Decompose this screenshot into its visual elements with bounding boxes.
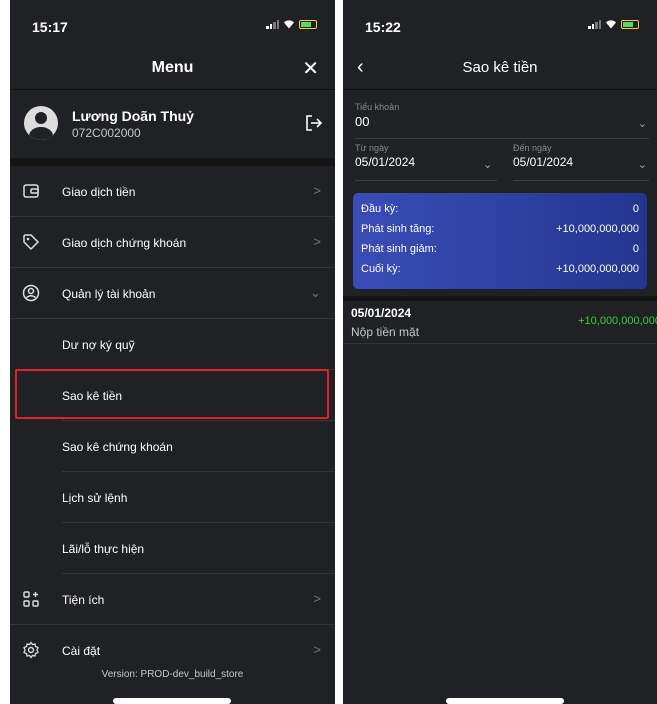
menu-item-label: Quản lý tài khoản — [62, 287, 156, 301]
tag-icon — [23, 234, 40, 251]
divider — [343, 296, 657, 301]
signal-icon — [588, 19, 601, 29]
chevron-right-icon: > — [313, 183, 321, 198]
summary-label: Phát sinh giảm: — [361, 243, 437, 255]
menu-item-lich-su-lenh[interactable]: Lịch sử lệnh — [62, 472, 335, 523]
wallet-icon — [23, 184, 39, 198]
chevron-down-icon: ⌄ — [310, 285, 321, 300]
avatar — [24, 106, 58, 140]
profile-id: 072C002000 — [72, 126, 141, 140]
summary-closing: Cuối kỳ: +10,000,000,000 — [361, 263, 639, 279]
from-date-value: 05/01/2024 — [355, 155, 416, 169]
transaction-description: Nộp tiền mặt — [351, 325, 420, 339]
subaccount-label: Tiểu khoản — [355, 102, 400, 112]
summary-label: Đầu kỳ: — [361, 203, 399, 215]
menu-item-du-no-ky-quy[interactable]: Dư nợ ký quỹ — [62, 319, 335, 370]
wifi-icon — [606, 20, 616, 29]
gear-icon — [23, 641, 39, 659]
close-icon[interactable]: ✕ — [302, 56, 319, 81]
statement-screen: 15:22 ‹ Sao kê tiền Tiểu khoản 00 ⌄ Từ n… — [343, 0, 657, 704]
summary-value: 0 — [632, 243, 639, 255]
battery-icon — [299, 19, 317, 29]
user-circle-icon — [22, 284, 40, 302]
wifi-icon — [284, 20, 294, 29]
logout-icon[interactable] — [305, 114, 323, 132]
home-indicator — [446, 698, 564, 704]
highlight-box — [15, 369, 329, 419]
menu-item-giao-dich-chung-khoan[interactable]: Giao dịch chứng khoán > — [10, 217, 335, 268]
profile-name: Lương Doãn Thuỷ — [72, 108, 194, 124]
page-title: Menu — [151, 59, 194, 76]
from-date-label: Từ ngày — [355, 143, 389, 153]
menu-item-label: Cài đặt — [62, 644, 101, 658]
subaccount-value: 00 — [355, 114, 370, 129]
summary-label: Phát sinh tăng: — [361, 223, 435, 235]
menu-item-label: Lịch sử lệnh — [62, 491, 128, 505]
menu-item-quan-ly-tai-khoan[interactable]: Quản lý tài khoản ⌄ — [10, 268, 335, 319]
menu-item-sao-ke-chung-khoan[interactable]: Sao kê chứng khoán — [62, 421, 335, 472]
signal-icon — [266, 19, 279, 29]
transaction-amount: +10,000,000,000 — [578, 315, 657, 327]
summary-increase: Phát sinh tăng: +10,000,000,000 — [361, 223, 639, 239]
menu-item-giao-dich-tien[interactable]: Giao dịch tiền > — [10, 166, 335, 217]
chevron-right-icon: > — [313, 234, 321, 249]
summary-label: Cuối kỳ: — [361, 263, 401, 275]
menu-item-label: Lãi/lỗ thực hiện — [62, 542, 145, 556]
chevron-down-icon[interactable]: ⌄ — [638, 158, 647, 171]
menu-item-lai-lo-thuc-hien[interactable]: Lãi/lỗ thực hiện — [62, 523, 335, 574]
version-text: Version: PROD-dev_build_store — [101, 669, 244, 680]
menu-screen: 15:17 Menu ✕ Lương Doãn Thuỷ 072C002000 … — [10, 0, 335, 704]
divider — [343, 343, 657, 344]
divider — [355, 180, 497, 181]
subaccount-select[interactable]: Tiểu khoản 00 — [355, 102, 645, 129]
divider — [10, 158, 335, 166]
summary-value: +10,000,000,000 — [556, 263, 639, 275]
status-icons — [266, 19, 317, 29]
menu-item-label: Tiện ích — [62, 593, 105, 607]
from-date-select[interactable]: Từ ngày 05/01/2024 — [355, 143, 493, 169]
menu-item-tien-ich[interactable]: Tiện ích > — [10, 574, 335, 625]
status-icons — [588, 19, 639, 29]
home-indicator — [113, 698, 231, 704]
transaction-date: 05/01/2024 — [351, 306, 412, 320]
menu-item-label: Giao dịch tiền — [62, 185, 136, 199]
page-title: Sao kê tiền — [462, 59, 538, 76]
status-bar: 15:17 — [10, 0, 335, 42]
chevron-down-icon[interactable]: ⌄ — [483, 158, 492, 171]
status-bar: 15:22 — [343, 0, 657, 42]
menu-item-label: Giao dịch chứng khoán — [62, 236, 187, 250]
divider — [513, 180, 649, 181]
divider — [355, 138, 649, 139]
profile-card: Lương Doãn Thuỷ 072C002000 — [10, 92, 335, 156]
status-time: 15:22 — [365, 19, 401, 35]
menu-list: Giao dịch tiền > Giao dịch chứng khoán >… — [10, 166, 335, 676]
chevron-right-icon: > — [313, 591, 321, 606]
to-date-label: Đến ngày — [513, 143, 552, 153]
menu-header: Menu ✕ — [10, 44, 335, 90]
summary-opening: Đầu kỳ: 0 — [361, 203, 639, 219]
statement-header: ‹ Sao kê tiền — [343, 44, 657, 90]
grid-plus-icon — [23, 591, 39, 607]
to-date-value: 05/01/2024 — [513, 155, 574, 169]
summary-value: 0 — [632, 203, 639, 215]
to-date-select[interactable]: Đến ngày 05/01/2024 — [513, 143, 643, 169]
menu-item-label: Dư nợ ký quỹ — [62, 338, 135, 352]
chevron-right-icon: > — [313, 642, 321, 657]
summary-decrease: Phát sinh giảm: 0 — [361, 243, 639, 259]
menu-item-label: Sao kê chứng khoán — [62, 440, 173, 454]
summary-value: +10,000,000,000 — [556, 223, 639, 235]
battery-icon — [621, 19, 639, 29]
status-time: 15:17 — [32, 19, 68, 35]
summary-card: Đầu kỳ: 0 Phát sinh tăng: +10,000,000,00… — [353, 193, 647, 289]
chevron-down-icon[interactable]: ⌄ — [638, 117, 647, 130]
